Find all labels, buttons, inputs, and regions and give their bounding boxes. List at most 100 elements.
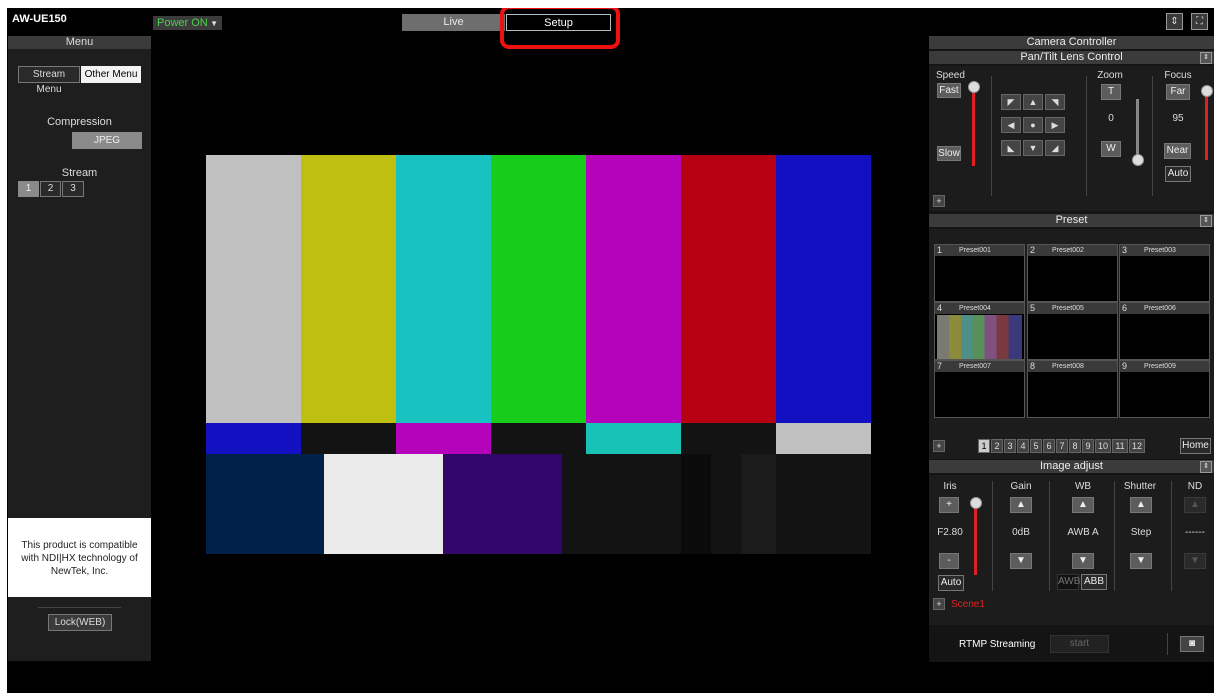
divider	[991, 76, 992, 196]
focus-slider-track[interactable]	[1205, 90, 1208, 160]
focus-far-button[interactable]: Far	[1166, 84, 1190, 100]
stream-1-button[interactable]: 1	[18, 181, 39, 197]
other-menu-button[interactable]: Other Menu	[81, 66, 141, 83]
zoom-slider-knob[interactable]	[1132, 154, 1144, 166]
preset-cell[interactable]: 4 Preset004	[934, 302, 1025, 360]
wb-value: AWB A	[1067, 527, 1099, 538]
wb-down-icon[interactable]: ▼	[1072, 553, 1094, 569]
preset-name: Preset007	[959, 363, 991, 370]
gain-down-icon[interactable]: ▼	[1010, 553, 1032, 569]
preset-cell[interactable]: 9 Preset009	[1119, 360, 1210, 418]
preset-name: Preset001	[959, 247, 991, 254]
expand-plus-icon[interactable]: +	[933, 598, 945, 610]
wb-up-icon[interactable]: ▲	[1072, 497, 1094, 513]
preset-cell[interactable]: 6 Preset006	[1119, 302, 1210, 360]
preset-page-button[interactable]: 3	[1004, 439, 1016, 453]
lock-web-button[interactable]: Lock(WEB)	[48, 614, 112, 631]
iris-minus-button[interactable]: -	[939, 553, 959, 569]
preset-page-button[interactable]: 1	[978, 439, 990, 453]
camera-snapshot-icon[interactable]: ◙	[1180, 636, 1204, 652]
preset-page-button[interactable]: 7	[1056, 439, 1068, 453]
preset-cell[interactable]: 5 Preset005	[1027, 302, 1118, 360]
rtmp-start-button[interactable]: start	[1050, 635, 1109, 653]
iris-plus-button[interactable]: +	[939, 497, 959, 513]
focus-near-button[interactable]: Near	[1164, 143, 1191, 159]
collapse-expand-icon[interactable]: ⇕	[1166, 13, 1183, 30]
preset-number: 8	[1030, 361, 1036, 371]
preset-cell[interactable]: 7 Preset007	[934, 360, 1025, 418]
shutter-down-icon[interactable]: ▼	[1130, 553, 1152, 569]
power-dropdown[interactable]: Power ON ▼	[153, 16, 222, 30]
nd-down-icon[interactable]: ▼	[1184, 553, 1206, 569]
collapse-icon[interactable]: ⇕	[1200, 461, 1212, 473]
preset-page-button[interactable]: 5	[1030, 439, 1042, 453]
speed-label: Speed	[936, 70, 965, 81]
zoom-wide-button[interactable]: W	[1101, 141, 1121, 157]
image-adjust-section: Iris + F2.80 - Auto Gain ▲ 0dB ▼ WB ▲ AW…	[929, 475, 1214, 625]
preset-number: 4	[937, 303, 943, 313]
preset-page-button[interactable]: 10	[1095, 439, 1111, 453]
home-center-icon[interactable]: ●	[1023, 117, 1043, 133]
shutter-up-icon[interactable]: ▲	[1130, 497, 1152, 513]
model-name: AW-UE150	[12, 13, 67, 25]
preset-page-button[interactable]: 12	[1129, 439, 1145, 453]
fullscreen-icon[interactable]: ⛶	[1191, 13, 1208, 30]
abb-button[interactable]: ABB	[1081, 574, 1107, 590]
arrow-down-right-icon[interactable]: ◢	[1045, 140, 1065, 156]
expand-plus-icon[interactable]: +	[933, 440, 945, 452]
bar-mid-gray	[776, 423, 871, 454]
preset-title: Preset	[1055, 214, 1088, 226]
preset-cell[interactable]: 8 Preset008	[1027, 360, 1118, 418]
preset-cell[interactable]: 2 Preset002	[1027, 244, 1118, 302]
arrow-down-icon[interactable]: ▼	[1023, 140, 1043, 156]
awb-button[interactable]: AWB	[1057, 574, 1080, 590]
expand-plus-icon[interactable]: +	[933, 195, 945, 207]
stream-3-button[interactable]: 3	[62, 181, 84, 197]
preset-name: Preset004	[959, 305, 991, 312]
pluge-black	[681, 454, 711, 554]
speed-slow-button[interactable]: Slow	[937, 146, 961, 161]
live-video-preview	[206, 155, 871, 554]
stream-menu-button[interactable]: Stream Menu	[18, 66, 80, 95]
speed-slider-knob[interactable]	[968, 81, 980, 93]
focus-slider-knob[interactable]	[1201, 85, 1213, 97]
menu-panel: Menu Stream Menu Other Menu Compression …	[8, 36, 151, 661]
iris-slider-knob[interactable]	[970, 497, 982, 509]
preset-page-button[interactable]: 9	[1082, 439, 1094, 453]
tab-live[interactable]: Live	[402, 14, 505, 31]
arrow-up-left-icon[interactable]: ◤	[1001, 94, 1021, 110]
setup-highlight-box	[500, 8, 620, 49]
compression-jpeg-button[interactable]: JPEG	[72, 132, 142, 149]
nd-up-icon[interactable]: ▲	[1184, 497, 1206, 513]
compression-label: Compression	[47, 116, 112, 128]
iris-auto-button[interactable]: Auto	[938, 575, 964, 591]
preset-page-button[interactable]: 8	[1069, 439, 1081, 453]
arrow-down-left-icon[interactable]: ◣	[1001, 140, 1021, 156]
arrow-right-icon[interactable]: ▶	[1045, 117, 1065, 133]
preset-page-button[interactable]: 4	[1017, 439, 1029, 453]
collapse-icon[interactable]: ⇕	[1200, 215, 1212, 227]
gain-up-icon[interactable]: ▲	[1010, 497, 1032, 513]
collapse-icon[interactable]: ⇕	[1200, 52, 1212, 64]
stream-2-button[interactable]: 2	[40, 181, 61, 197]
preset-page-button[interactable]: 11	[1112, 439, 1128, 453]
arrow-up-icon[interactable]: ▲	[1023, 94, 1043, 110]
preset-header: 9 Preset009	[1120, 361, 1209, 372]
zoom-label: Zoom	[1097, 70, 1123, 81]
home-button[interactable]: Home	[1180, 438, 1211, 454]
arrow-up-right-icon[interactable]: ◥	[1045, 94, 1065, 110]
preset-page-button[interactable]: 2	[991, 439, 1003, 453]
image-adjust-header: Image adjust ⇕	[929, 460, 1214, 473]
speed-fast-button[interactable]: Fast	[937, 83, 961, 98]
iris-slider-track[interactable]	[974, 500, 977, 575]
speed-slider-track[interactable]	[972, 86, 975, 166]
arrow-left-icon[interactable]: ◀	[1001, 117, 1021, 133]
zoom-tele-button[interactable]: T	[1101, 84, 1121, 100]
top-bar: AW-UE150 Power ON ▼ Live Setup ⇕ ⛶	[7, 8, 1214, 49]
preset-page-button[interactable]: 6	[1043, 439, 1055, 453]
preset-cell[interactable]: 3 Preset003	[1119, 244, 1210, 302]
focus-auto-button[interactable]: Auto	[1165, 166, 1191, 182]
scene-label[interactable]: Scene1	[951, 599, 985, 610]
preset-cell[interactable]: 1 Preset001	[934, 244, 1025, 302]
divider	[1167, 633, 1168, 655]
